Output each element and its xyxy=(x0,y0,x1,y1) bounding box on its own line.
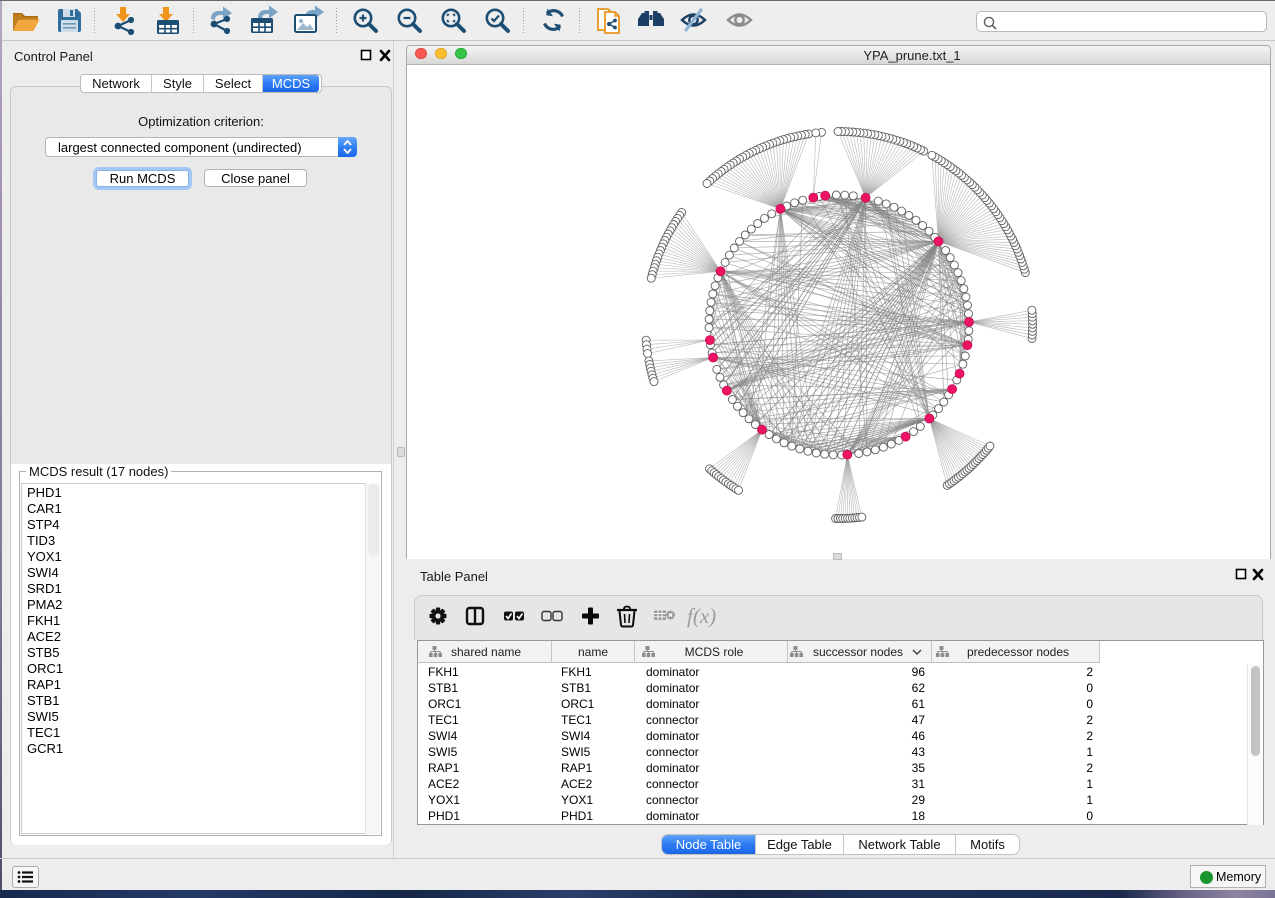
svg-text:f(x): f(x) xyxy=(687,604,716,628)
